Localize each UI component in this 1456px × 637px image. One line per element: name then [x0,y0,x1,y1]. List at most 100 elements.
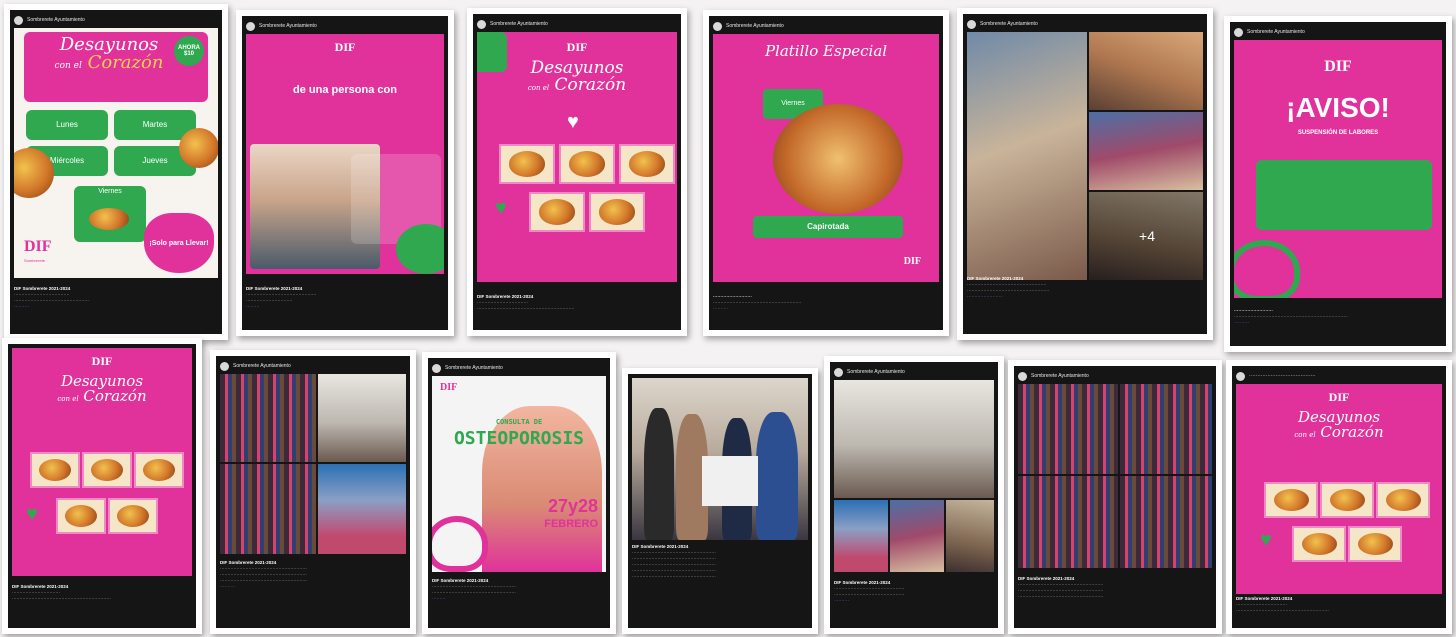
post-card-1[interactable]: Sombrerete Ayuntamiento Desayunos con el… [4,4,228,340]
food-tile [589,192,645,232]
dif-logo: DIF [334,40,356,54]
aviso-subtitle: SUSPENSIÓN DE LABORES [1297,130,1379,136]
post-card-5[interactable]: Sombrerete Ayuntamiento +4 DIF Sombreret… [957,8,1213,340]
dif-logo: DIF [566,40,588,54]
post-footer: DIF Sombrerete 2021-2024 ···············… [14,286,218,332]
photo [318,374,406,462]
aviso-title: ¡AVISO! [1286,92,1390,123]
post-header: Sombrerete Ayuntamiento [1014,366,1216,386]
flyer-osteoporosis[interactable]: DIF CONSULTA DE OSTEOPOROSIS 27y28 FEBRE… [432,376,606,572]
food-tile [1348,526,1402,562]
page-name: Sombrerete Ayuntamiento [847,369,905,375]
post-card-11[interactable]: Sombrerete Ayuntamiento DIF Sombrerete 2… [824,356,1004,634]
post-header: Sombrerete Ayuntamiento [709,16,943,36]
post-container: Sombrerete Ayuntamiento +4 DIF Sombreret… [963,14,1207,334]
photo [1120,384,1212,474]
photo-single[interactable] [632,378,808,540]
box-item [702,456,758,506]
post-footer: DIF Sombrerete 2021-2024 ···············… [1018,576,1212,626]
dish-name: Capirotada [753,216,903,238]
flyer-desayunos[interactable]: DIF Desayunos con el Corazón ♥ ♥ [477,32,677,282]
dif-logo: DIF [91,354,113,368]
post-card-9[interactable]: Sombrerete Ayuntamiento DIF CONSULTA DE … [422,352,616,634]
photo [1089,112,1203,190]
page-name: Sombrerete Ayuntamiento [490,21,548,27]
post-card-8[interactable]: Sombrerete Ayuntamiento DIF Sombrerete 2… [210,350,416,634]
page-name: Sombrerete Ayuntamiento [1247,29,1305,35]
photo-collage[interactable]: +4 [967,32,1203,280]
page-name: Sombrerete Ayuntamiento [980,21,1038,27]
post-container: Sombrerete Ayuntamiento DIF Sombrerete 2… [830,362,998,628]
post-footer: DIF Sombrerete 2021-2024 ···············… [834,580,994,626]
avatar [220,361,229,371]
event-month: FEBRERO [544,518,598,530]
photo [1120,476,1212,568]
post-card-4[interactable]: Sombrerete Ayuntamiento Platillo Especia… [703,10,949,336]
avatar [1236,371,1245,381]
page-name: Sombrerete Ayuntamiento [1031,373,1089,379]
person [756,412,798,540]
flyer-headline: de una persona con [293,84,397,96]
post-container: DIF Desayunos con el Corazón ♥ DIF Sombr… [8,344,196,628]
heart-icon: ♥ [1260,529,1272,551]
post-card-3[interactable]: Sombrerete Ayuntamiento DIF Desayunos co… [467,8,687,336]
post-footer: DIF Sombrerete 2021-2024 ···············… [477,294,677,328]
post-footer: DIF Sombrerete 2021-2024 ···············… [220,560,406,626]
dif-logo: DIF [440,382,458,393]
photo-collage[interactable] [220,374,406,554]
avatar [713,21,722,31]
more-photos-count: +4 [1089,192,1203,280]
dish-plate [773,104,903,214]
food-image [89,208,129,230]
page-name: Sombrerete Ayuntamiento [445,365,503,371]
post-card-10[interactable]: DIF Sombrerete 2021-2024 ···············… [622,368,818,634]
avatar [1018,371,1027,381]
post-footer: DIF Sombrerete 2021-2024 ···············… [967,276,1203,332]
post-card-6[interactable]: Sombrerete Ayuntamiento DIF ¡AVISO! SUSP… [1224,16,1452,352]
flyer-title-line3: Corazón [87,52,164,73]
post-container: Sombrerete Ayuntamiento Platillo Especia… [709,16,943,330]
aviso-info-box [1256,160,1432,230]
post-container: Sombrerete Ayuntamiento DIF CONSULTA DE … [428,358,610,628]
post-card-7[interactable]: DIF Desayunos con el Corazón ♥ DIF Sombr… [2,338,202,634]
post-card-2[interactable]: Sombrerete Ayuntamiento DIF de una perso… [236,10,454,336]
post-header: Sombrerete Ayuntamiento [830,362,998,382]
food-tile [499,144,555,184]
post-container: Sombrerete Ayuntamiento DIF Desayunos co… [473,14,681,330]
food-tile [56,498,106,534]
flyer-platillo-especial[interactable]: Platillo Especial Viernes Capirotada DIF [713,34,939,282]
post-footer: DIF Sombrerete 2021-2024 ···············… [432,578,606,626]
osteoporosis-title: OSTEOPOROSIS [453,428,585,449]
page-name: Sombrerete Ayuntamiento [27,17,85,23]
page-name: ········································ [1249,373,1316,379]
consulta-label: CONSULTA DE [495,418,543,426]
food-tile [529,192,585,232]
food-tile [82,452,132,488]
avatar [432,363,441,373]
post-card-12[interactable]: Sombrerete Ayuntamiento DIF Sombrerete 2… [1008,360,1222,634]
photo [220,464,316,554]
flyer-discapacidad[interactable]: DIF de una persona con [246,34,444,274]
photo [834,380,994,498]
food-tile [1320,482,1374,518]
post-header: Sombrerete Ayuntamiento [242,16,448,36]
page-name: Sombrerete Ayuntamiento [233,363,291,369]
post-header: Sombrerete Ayuntamiento [473,14,681,34]
post-header: Sombrerete Ayuntamiento [428,358,610,378]
post-card-13[interactable]: ········································… [1226,360,1452,634]
food-tile [1264,482,1318,518]
flyer-desayunos[interactable]: DIF Desayunos con el Corazón ♥ [12,348,192,576]
dif-logo-sub: Sombrerete [24,258,45,263]
food-tile [619,144,675,184]
post-footer: DIF Sombrerete 2021-2024 ···············… [12,584,192,626]
flyer-desayunos[interactable]: DIF Desayunos con el Corazón ♥ [1236,384,1442,594]
flyer-title: Desayunos con el Corazón [57,372,147,405]
food-tile [559,144,615,184]
avatar [1234,27,1243,37]
flyer-aviso[interactable]: DIF ¡AVISO! SUSPENSIÓN DE LABORES [1234,40,1442,298]
food-tile [108,498,158,534]
photo-collage[interactable] [1018,384,1212,568]
flyer-desayunos-menu[interactable]: Desayunos con el Corazón AHORA $10 Lunes… [14,28,218,278]
photo-collage[interactable] [834,380,994,572]
dif-logo: DIF [1324,58,1352,75]
